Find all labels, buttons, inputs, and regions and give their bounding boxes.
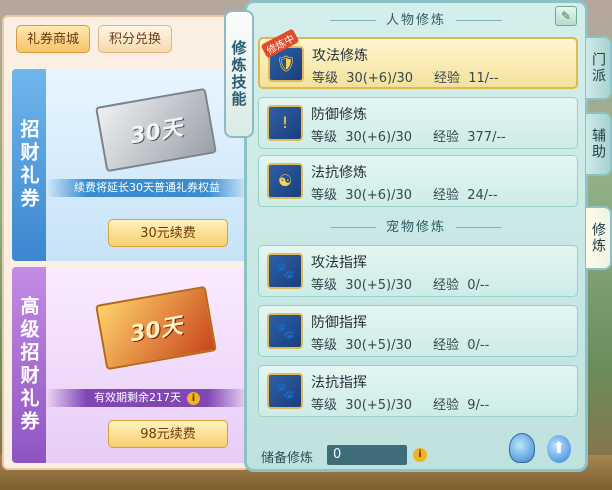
cultivation-skills-tab[interactable]: 修炼技能 xyxy=(224,10,254,138)
card-info-text: 续费将延长30天普通礼券权益 xyxy=(46,179,248,197)
skill-row-pet-attack[interactable]: 🐾 攻法指挥 等级 30(+5)/30 经验 0/-- xyxy=(258,245,578,297)
tab-assist[interactable]: 辅助 xyxy=(586,112,612,176)
skill-level: 等级 30(+5)/30 xyxy=(311,278,413,293)
skill-row-pet-defense[interactable]: 🐾 防御指挥 等级 30(+5)/30 经验 0/-- xyxy=(258,305,578,357)
card-side-title: 高级招财礼券 xyxy=(12,267,46,463)
tab-cultivation[interactable]: 修炼 xyxy=(586,206,612,270)
skill-exp: 经验 24/-- xyxy=(433,188,498,203)
card-info-text: 有效期剩余217天 i xyxy=(46,389,248,407)
ticket-label: 30天 xyxy=(128,313,185,348)
skill-level: 等级 30(+5)/30 xyxy=(311,338,413,353)
skill-name: 法抗指挥 xyxy=(311,375,367,391)
skill-exp: 经验 377/-- xyxy=(433,130,506,145)
info-icon[interactable]: i xyxy=(187,392,200,405)
tab-sect[interactable]: 门派 xyxy=(586,36,612,100)
skill-level: 等级 30(+5)/30 xyxy=(311,398,413,413)
skill-name: 法抗修炼 xyxy=(311,165,367,181)
tab-gift-voucher-shop[interactable]: 礼券商城 xyxy=(16,25,91,53)
tab-points-exchange[interactable]: 积分兑换 xyxy=(98,25,173,53)
shop-panel: 礼券商城 积分兑换 招财礼券 30天 续费将延长30天普通礼券权益 30元续费 … xyxy=(2,15,250,470)
validity-text: 有效期剩余217天 xyxy=(94,391,181,404)
renew-98-button[interactable]: 98元续费 xyxy=(108,420,228,448)
skill-level: 等级 30(+6)/30 xyxy=(311,188,413,203)
defense-shield-icon: ! xyxy=(267,105,303,141)
skill-name: 攻法指挥 xyxy=(311,255,367,271)
skill-row-pet-resist[interactable]: 🐾 法抗指挥 等级 30(+5)/30 经验 9/-- xyxy=(258,365,578,417)
pet-defense-paw-icon: 🐾 xyxy=(267,313,303,349)
voucher-card-basic: 招财礼券 30天 续费将延长30天普通礼券权益 30元续费 xyxy=(12,69,248,261)
skill-exp: 经验 0/-- xyxy=(433,278,490,293)
skill-name: 防御指挥 xyxy=(311,315,367,331)
skill-row-resist[interactable]: ☯ 法抗修炼 等级 30(+6)/30 经验 24/-- xyxy=(258,155,578,207)
skill-row-attack[interactable]: 🛡 修炼中 攻法修炼 等级 30(+6)/30 经验 11/-- xyxy=(258,28,578,89)
reserve-footer: 储备修炼 0 i ⬆ xyxy=(261,433,581,467)
silver-ticket-icon: 30天 xyxy=(95,87,217,173)
potion-icon[interactable] xyxy=(509,433,535,463)
skill-name: 攻法修炼 xyxy=(312,48,368,64)
skill-name: 防御修炼 xyxy=(311,107,367,123)
ticket-label: 30天 xyxy=(128,115,185,150)
skill-exp: 经验 11/-- xyxy=(434,71,499,86)
renew-30-button[interactable]: 30元续费 xyxy=(108,219,228,247)
skill-level: 等级 30(+6)/30 xyxy=(312,71,414,86)
info-icon[interactable]: i xyxy=(413,448,427,462)
skill-level: 等级 30(+6)/30 xyxy=(311,130,413,145)
reserve-label: 储备修炼 xyxy=(261,451,314,466)
resist-shield-icon: ☯ xyxy=(267,163,303,199)
voucher-card-premium: 高级招财礼券 30天 有效期剩余217天 i 98元续费 xyxy=(12,267,248,463)
reserve-value: 0 xyxy=(327,445,407,465)
cultivation-panel: ✎ 人物修炼 🛡 修炼中 攻法修炼 等级 30(+6)/30 经验 11/-- … xyxy=(244,0,588,472)
pet-resist-paw-icon: 🐾 xyxy=(267,373,303,409)
pet-attack-paw-icon: 🐾 xyxy=(267,253,303,289)
pet-section-title: 宠物修炼 xyxy=(247,216,585,235)
skill-exp: 经验 0/-- xyxy=(433,338,490,353)
upgrade-arrow-icon[interactable]: ⬆ xyxy=(547,435,571,463)
skill-exp: 经验 9/-- xyxy=(433,398,490,413)
card-side-title: 招财礼券 xyxy=(12,69,46,261)
gold-ticket-icon: 30天 xyxy=(95,285,217,371)
person-section-title: 人物修炼 xyxy=(247,9,585,28)
shop-tabs: 礼券商城 积分兑换 xyxy=(16,25,173,53)
skill-row-defense[interactable]: ! 防御修炼 等级 30(+6)/30 经验 377/-- xyxy=(258,97,578,149)
